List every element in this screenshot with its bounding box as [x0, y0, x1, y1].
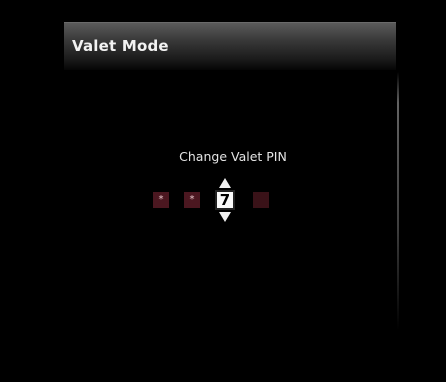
pin-digit-1[interactable]: *	[153, 192, 169, 208]
pin-digit-2[interactable]: *	[184, 192, 200, 208]
arrow-down-icon[interactable]	[219, 212, 231, 222]
pin-digit-4[interactable]	[253, 192, 269, 208]
pin-label: Change Valet PIN	[179, 149, 287, 164]
page-title: Valet Mode	[72, 37, 169, 55]
valet-mode-screen: Valet Mode Change Valet PIN * * 7	[0, 0, 446, 382]
scrollbar[interactable]	[397, 72, 399, 330]
pin-entry: * * 7	[148, 176, 278, 226]
pin-digit-3-active[interactable]: 7	[215, 190, 235, 210]
arrow-up-icon[interactable]	[219, 178, 231, 188]
header-bar: Valet Mode	[64, 22, 396, 70]
